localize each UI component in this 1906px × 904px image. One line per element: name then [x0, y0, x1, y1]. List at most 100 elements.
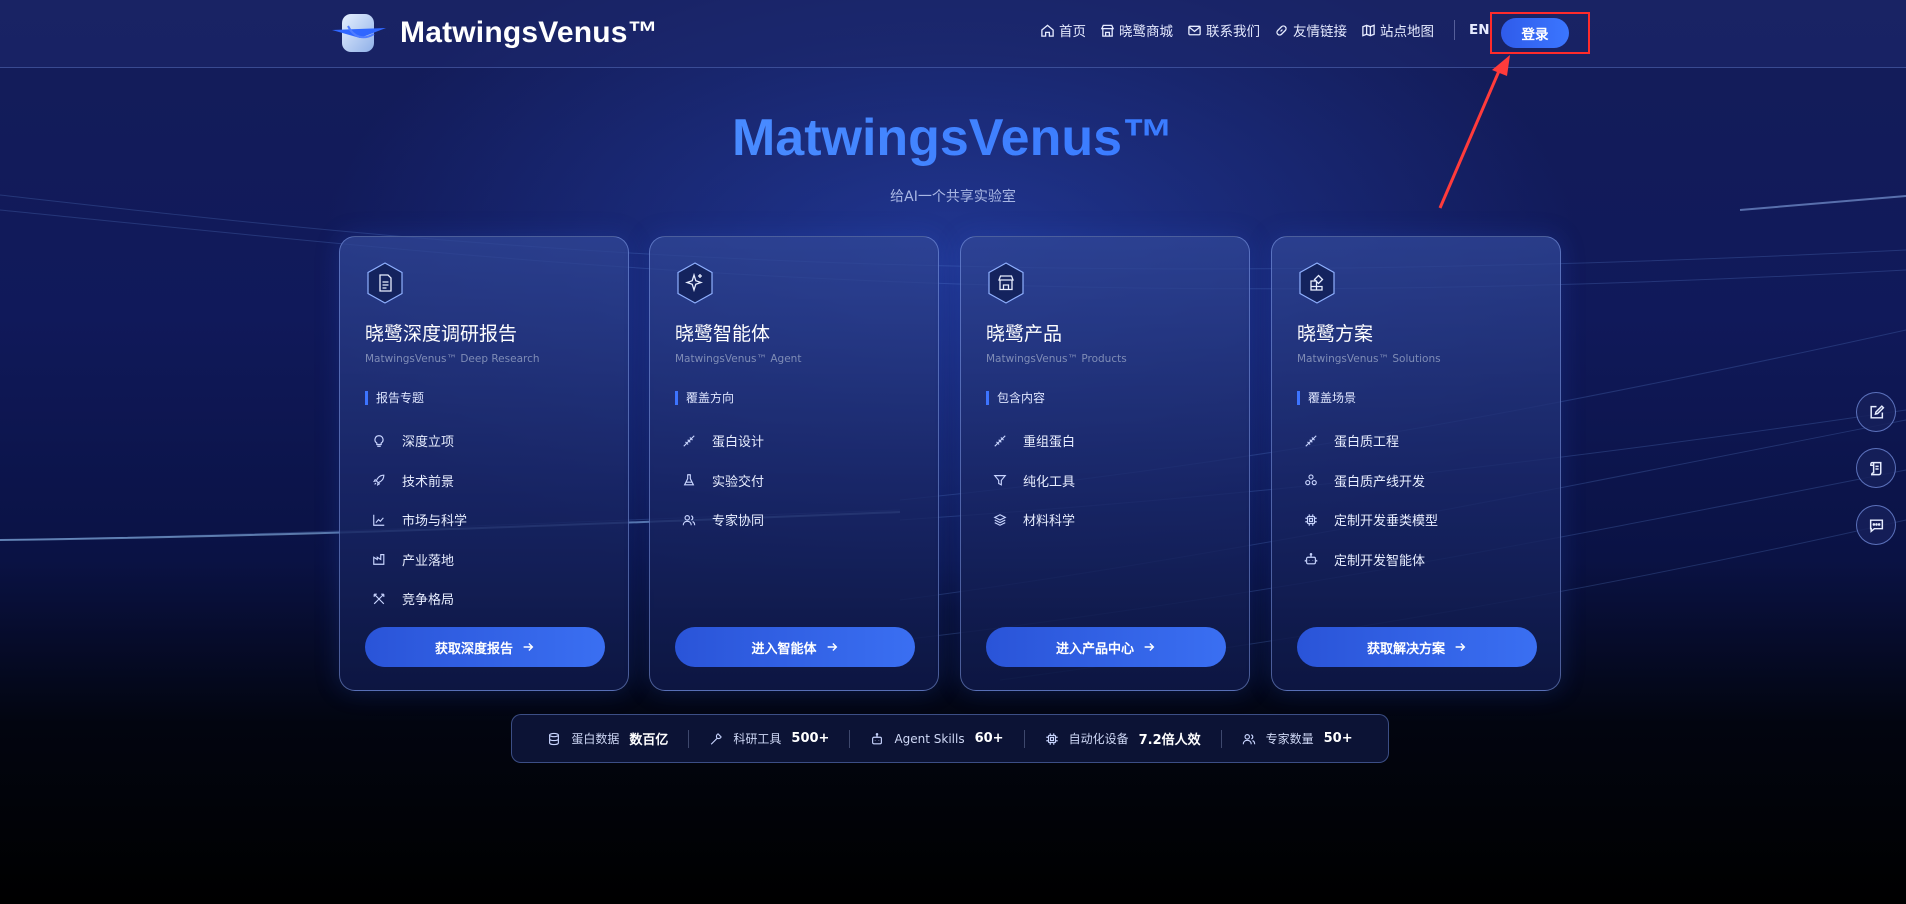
float-scroll-button[interactable]: [1856, 448, 1896, 488]
card-subtitle: MatwingsVenus™ Solutions: [1297, 353, 1441, 365]
list-item[interactable]: 实验交付: [682, 461, 764, 501]
list-item-label: 蛋白质产线开发: [1334, 474, 1426, 490]
button-label: 获取解决方案: [1366, 641, 1445, 657]
top-header: MatwingsVenus™ 首页 晓鹭商城 联系我们 友情链接 站点地图 EN…: [0, 0, 1906, 68]
nav-label: 联系我们: [1206, 24, 1260, 40]
stat-label: 专家数量: [1265, 732, 1314, 746]
list-item[interactable]: 蛋白质工程: [1304, 421, 1438, 461]
arrow-right-icon: [1455, 643, 1466, 651]
brand-logo[interactable]: MatwingsVenus™: [330, 8, 658, 58]
list-item-label: 纯化工具: [1023, 474, 1076, 490]
card-title: 晓鹭产品: [986, 323, 1063, 345]
enter-agent-button[interactable]: 进入智能体: [675, 627, 915, 667]
get-solution-button[interactable]: 获取解决方案: [1297, 627, 1537, 667]
stat-label: 蛋白数据: [571, 732, 620, 746]
mail-icon: [1188, 25, 1201, 35]
nav-item-sitemap[interactable]: 站点地图: [1361, 20, 1434, 40]
stat-value: 7.2倍人效: [1138, 733, 1201, 748]
button-label: 获取深度报告: [434, 641, 513, 657]
stat-agent-skills: Agent Skills 60+: [850, 731, 1023, 746]
list-item[interactable]: 纯化工具: [993, 461, 1075, 501]
stat-value: 50+: [1323, 731, 1353, 746]
database-icon: [549, 732, 560, 745]
card-item-list: 深度立项 技术前景 市场与科学 产业落地 竞争格局: [372, 421, 467, 619]
float-chat-button[interactable]: [1856, 505, 1896, 545]
brand-name: MatwingsVenus™: [400, 16, 658, 49]
nav-item-home[interactable]: 首页: [1040, 20, 1086, 40]
stat-label: Agent Skills: [894, 731, 965, 746]
stat-value: 60+: [974, 731, 1004, 746]
list-item-label: 蛋白设计: [712, 435, 765, 451]
list-item[interactable]: 蛋白质产线开发: [1304, 461, 1438, 501]
list-item[interactable]: 市场与科学: [372, 500, 467, 540]
card-item-list: 蛋白设计 实验交付 专家协同: [682, 421, 764, 540]
nav-label: 友情链接: [1293, 24, 1347, 40]
card-agent: 晓鹭智能体 MatwingsVenus™ Agent 覆盖方向 蛋白设计 实验交…: [649, 236, 939, 691]
list-item-label: 技术前景: [402, 474, 455, 490]
swords-icon: [373, 593, 385, 604]
nav-item-contact[interactable]: 联系我们: [1187, 20, 1260, 40]
button-label: 进入产品中心: [1055, 641, 1134, 657]
login-button[interactable]: 登录: [1501, 18, 1569, 48]
list-item-label: 市场与科学: [402, 514, 468, 530]
nav-item-store[interactable]: 晓鹭商城: [1100, 20, 1173, 40]
filter-icon: [993, 475, 1007, 486]
home-icon: [1041, 23, 1054, 37]
users-icon: [682, 514, 696, 526]
list-item-label: 材料科学: [1023, 514, 1076, 530]
stat-value: 500+: [791, 731, 830, 746]
scroll-icon: [1869, 461, 1881, 475]
line-chart-icon: [373, 514, 385, 526]
card-subtitle: MatwingsVenus™ Agent: [675, 353, 802, 365]
users-icon: [1242, 733, 1255, 744]
arrow-right-icon: [1144, 643, 1155, 651]
factory-icon: [373, 554, 385, 566]
cpu-icon: [1305, 514, 1317, 526]
list-item[interactable]: 定制开发智能体: [1304, 540, 1438, 580]
chat-icon: [1869, 518, 1883, 533]
float-edit-button[interactable]: [1856, 392, 1896, 432]
logo-mark-icon: [332, 14, 386, 52]
nav-item-links[interactable]: 友情链接: [1274, 20, 1347, 40]
list-item-label: 深度立项: [402, 435, 455, 451]
list-item[interactable]: 竞争格局: [372, 579, 467, 619]
edit-icon: [1869, 404, 1884, 419]
list-item[interactable]: 蛋白设计: [682, 421, 764, 461]
list-item-label: 重组蛋白: [1023, 435, 1076, 451]
list-item[interactable]: 专家协同: [682, 500, 764, 540]
dna-icon: [1305, 435, 1317, 447]
list-item[interactable]: 定制开发垂类模型: [1304, 500, 1438, 540]
enter-product-center-button[interactable]: 进入产品中心: [986, 627, 1226, 667]
list-item-label: 定制开发垂类模型: [1334, 514, 1439, 530]
lightbulb-icon: [374, 434, 384, 447]
card-solutions: 晓鹭方案 MatwingsVenus™ Solutions 覆盖场景 蛋白质工程…: [1271, 236, 1561, 691]
list-item[interactable]: 产业落地: [372, 540, 467, 580]
stat-value: 数百亿: [629, 733, 669, 748]
robot-icon: [872, 732, 883, 744]
list-item[interactable]: 材料科学: [993, 500, 1075, 540]
main-nav: 首页 晓鹭商城 联系我们 友情链接 站点地图 EN: [1040, 18, 1490, 42]
wrench-icon: [711, 732, 723, 745]
sparkles-icon: [677, 262, 713, 304]
list-item-label: 竞争格局: [402, 593, 455, 609]
stat-research-tools: 科研工具 500+: [689, 730, 849, 747]
stat-experts: 专家数量 50+: [1222, 730, 1373, 747]
nav-divider: [1454, 20, 1455, 40]
card-item-list: 重组蛋白 纯化工具 材料科学: [993, 421, 1075, 540]
get-deep-report-button[interactable]: 获取深度报告: [365, 627, 605, 667]
button-label: 进入智能体: [751, 641, 817, 657]
list-item[interactable]: 技术前景: [372, 461, 467, 501]
layers-icon: [993, 513, 1007, 526]
card-section-label: 报告专题: [365, 391, 424, 405]
molecule-icon: [1305, 474, 1317, 486]
card-item-list: 蛋白质工程 蛋白质产线开发 定制开发垂类模型 定制开发智能体: [1304, 421, 1438, 579]
nav-label: 站点地图: [1380, 24, 1434, 40]
list-item-label: 定制开发智能体: [1334, 553, 1426, 569]
list-item[interactable]: 深度立项: [372, 421, 467, 461]
arrow-right-icon: [523, 643, 534, 651]
list-item[interactable]: 重组蛋白: [993, 421, 1075, 461]
language-switch[interactable]: EN: [1469, 22, 1490, 38]
stat-automation: 自动化设备 7.2倍人效: [1025, 729, 1221, 748]
card-section-label: 覆盖方向: [675, 391, 734, 405]
list-item-label: 专家协同: [712, 514, 765, 530]
